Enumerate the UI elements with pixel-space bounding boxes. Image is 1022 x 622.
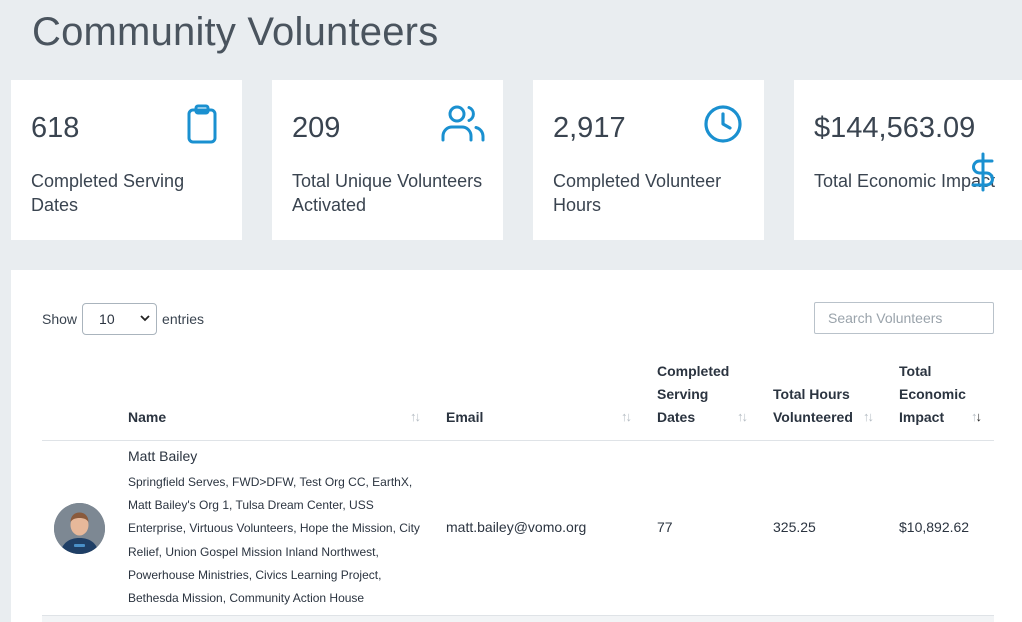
stat-card-serving-dates: 618 Completed Serving Dates <box>11 80 242 240</box>
sort-icon[interactable]: ↑↓ <box>737 409 748 424</box>
stat-value: $144,563.09 <box>814 112 976 144</box>
dollar-icon <box>970 152 996 192</box>
volunteers-table-panel: Show 10 entries Search Volunteers Name ↑… <box>11 270 1022 622</box>
length-prefix: Show <box>42 311 78 327</box>
header-divider <box>42 440 994 441</box>
stat-value: 209 <box>292 112 341 144</box>
length-suffix: entries <box>162 311 205 327</box>
clock-icon <box>703 104 743 144</box>
stat-value: 618 <box>31 112 80 144</box>
entries-select-value: 10 <box>99 311 115 327</box>
sort-icon[interactable]: ↑↓ <box>863 409 874 424</box>
column-header-economic-impact[interactable]: Total Economic Impact <box>899 360 969 429</box>
page-title: Community Volunteers <box>32 10 439 54</box>
avatar <box>54 503 105 554</box>
column-header-total-hours[interactable]: Total Hours Volunteered <box>773 383 863 429</box>
sort-icon[interactable]: ↑↓ <box>621 409 632 424</box>
search-input[interactable]: Search Volunteers <box>814 302 994 334</box>
next-row-stripe <box>42 616 994 622</box>
stat-label: Completed Volunteer Hours <box>553 171 722 215</box>
volunteer-email: matt.bailey@vomo.org <box>446 519 587 535</box>
sort-icon[interactable]: ↑↓ <box>410 409 421 424</box>
volunteer-completed-dates: 77 <box>657 519 673 535</box>
users-icon <box>440 104 486 142</box>
stat-card-unique-volunteers: 209 Total Unique Volunteers Activated <box>272 80 503 240</box>
volunteer-organizations: Springfield Serves, FWD>DFW, Test Org CC… <box>128 475 420 606</box>
sort-desc-icon[interactable]: ↑↓ <box>971 409 982 424</box>
column-header-name[interactable]: Name <box>128 406 166 429</box>
stat-value: 2,917 <box>553 112 626 144</box>
volunteer-economic-impact: $10,892.62 <box>899 519 970 535</box>
chevron-down-icon <box>140 314 150 325</box>
stat-label: Total Unique Volunteers Activated <box>292 171 483 215</box>
column-header-email[interactable]: Email <box>446 406 483 429</box>
search-placeholder: Search Volunteers <box>828 310 943 326</box>
stat-card-economic-impact: $144,563.09 Total Economic Impact <box>794 80 1022 240</box>
volunteer-total-hours: 325.25 <box>773 519 816 535</box>
entries-select[interactable]: 10 <box>82 303 158 335</box>
volunteer-name: Matt Bailey <box>128 448 198 464</box>
stat-card-volunteer-hours: 2,917 Completed Volunteer Hours <box>533 80 764 240</box>
entries-length-control: Show 10 entries <box>42 303 204 335</box>
column-header-completed-dates[interactable]: Completed Serving Dates <box>657 360 737 429</box>
clipboard-icon <box>185 104 219 144</box>
stat-label: Completed Serving Dates <box>31 171 185 215</box>
